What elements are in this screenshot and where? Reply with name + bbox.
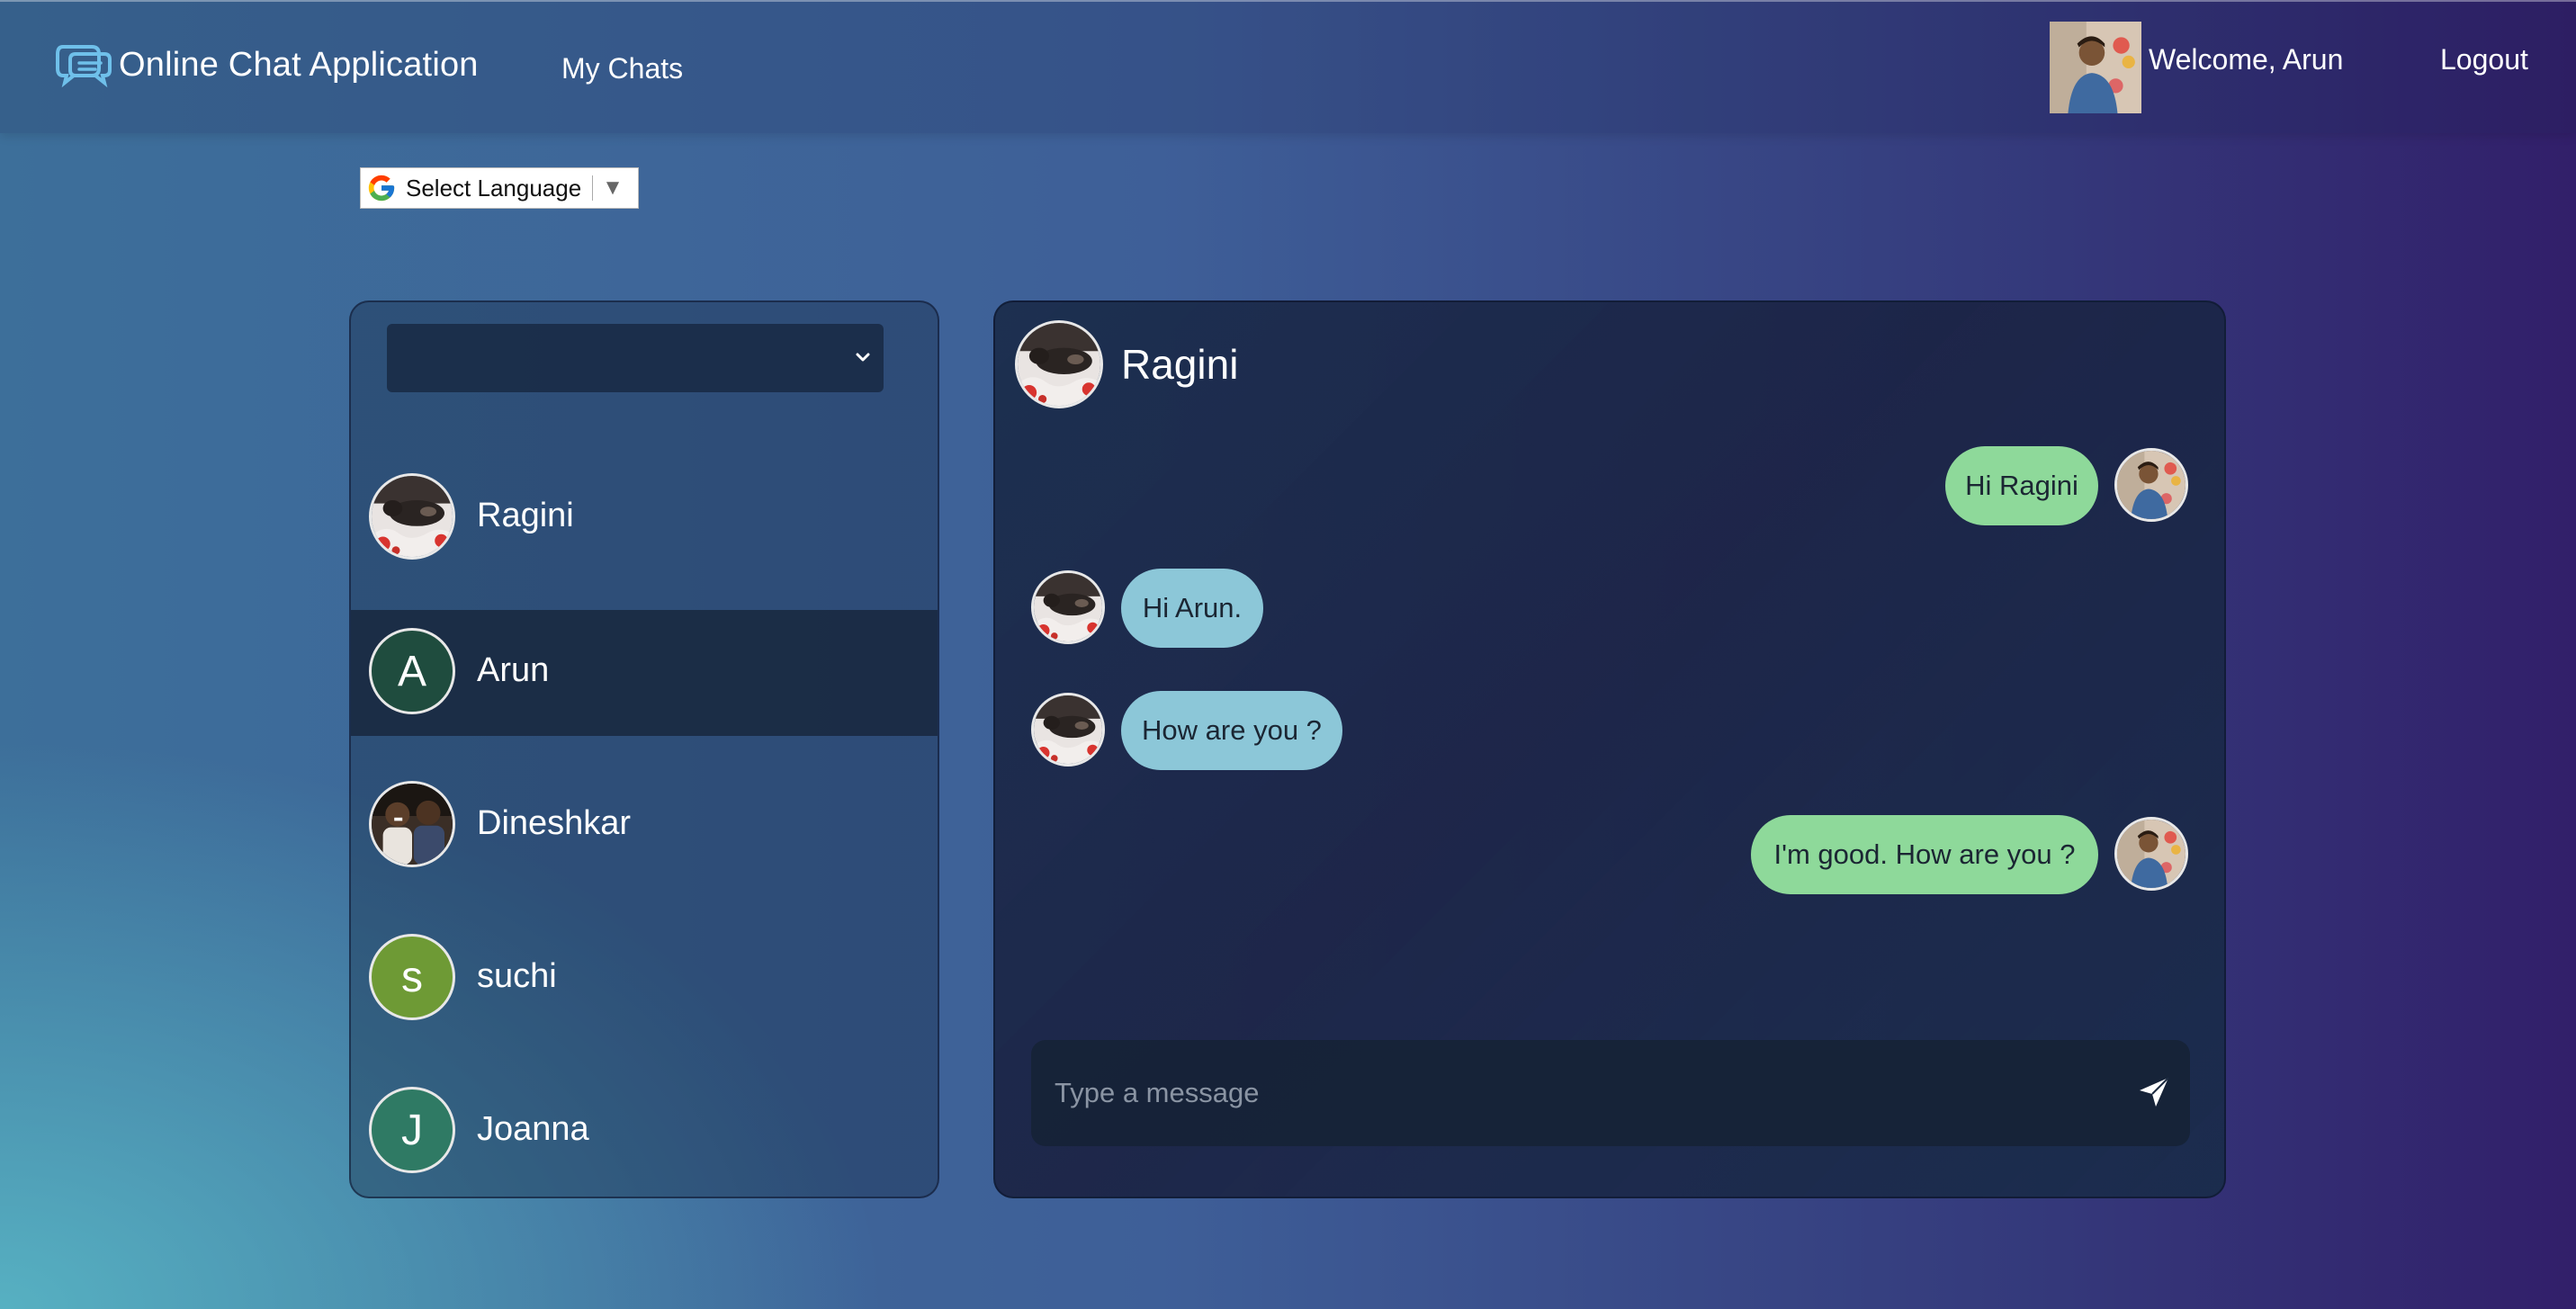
user-avatar[interactable]	[2050, 22, 2141, 113]
brand[interactable]: Online Chat Application	[56, 41, 479, 88]
chat-header-avatar[interactable]	[1015, 320, 1103, 408]
cat-photo-icon	[1018, 323, 1100, 406]
avatar: J	[369, 1087, 455, 1173]
contact-name: Ragini	[477, 497, 574, 534]
app-title: Online Chat Application	[119, 45, 479, 84]
contact-name: Arun	[477, 651, 550, 689]
welcome-text: Welcome, Arun	[2149, 43, 2344, 76]
send-icon[interactable]	[2136, 1074, 2172, 1110]
contact-name: Joanna	[477, 1110, 589, 1148]
user-photo-icon	[2117, 820, 2186, 888]
cat-photo-icon	[1034, 695, 1102, 764]
chat-panel: Ragini Hi Ragini Hi Arun. How are you ? …	[993, 300, 2226, 1198]
message-bubble-received: Hi Arun.	[1121, 569, 1263, 648]
avatar	[2114, 817, 2188, 891]
avatar	[369, 781, 455, 867]
cat-photo-icon	[372, 475, 453, 558]
google-icon	[368, 175, 395, 202]
avatar	[2114, 448, 2188, 522]
avatar	[1031, 570, 1105, 644]
avatar-initial: A	[397, 647, 426, 695]
user-photo-icon	[2050, 22, 2141, 113]
language-label: Select Language	[406, 174, 582, 202]
nav-my-chats-link[interactable]: My Chats	[561, 52, 683, 85]
avatar: A	[369, 628, 455, 714]
message-bubble-sent: Hi Ragini	[1945, 446, 2098, 525]
chat-bubbles-icon	[56, 45, 112, 88]
cat-photo-icon	[1034, 573, 1102, 641]
message-bubble-sent: I'm good. How are you ?	[1751, 815, 2098, 894]
message-bubble-received: How are you ?	[1121, 691, 1342, 770]
contacts-panel: Ragini A Arun Dineshkar s suchi J Joanna	[349, 300, 939, 1198]
user-photo-icon	[2117, 451, 2186, 519]
contact-item-dineshkar[interactable]: Dineshkar	[351, 763, 938, 889]
language-divider	[592, 175, 594, 201]
message-input[interactable]	[1053, 1065, 2100, 1121]
message-composer	[1031, 1040, 2190, 1146]
chat-contact-name: Ragini	[1121, 341, 1239, 388]
avatar	[369, 473, 455, 560]
contact-name: Dineshkar	[477, 804, 632, 842]
group-photo-icon	[372, 783, 453, 865]
contact-item-arun[interactable]: A Arun	[351, 610, 938, 736]
logout-link[interactable]: Logout	[2440, 43, 2528, 76]
contact-list: Ragini A Arun Dineshkar s suchi J Joanna	[351, 455, 938, 1186]
chevron-down-icon	[856, 353, 870, 362]
contact-item-joanna[interactable]: J Joanna	[351, 1069, 938, 1186]
contact-name: suchi	[477, 957, 557, 995]
avatar	[1031, 693, 1105, 767]
avatar: s	[369, 934, 455, 1020]
avatar-initial: s	[401, 953, 423, 1001]
contact-filter-select[interactable]	[387, 324, 884, 392]
dropdown-arrow-icon: ▼	[602, 175, 624, 200]
contact-item-ragini[interactable]: Ragini	[351, 455, 938, 581]
avatar-initial: J	[401, 1106, 423, 1154]
language-selector[interactable]: Select Language ▼	[360, 167, 639, 209]
contact-item-suchi[interactable]: s suchi	[351, 916, 938, 1042]
top-navbar: Online Chat Application My Chats Welcome…	[0, 0, 2576, 133]
